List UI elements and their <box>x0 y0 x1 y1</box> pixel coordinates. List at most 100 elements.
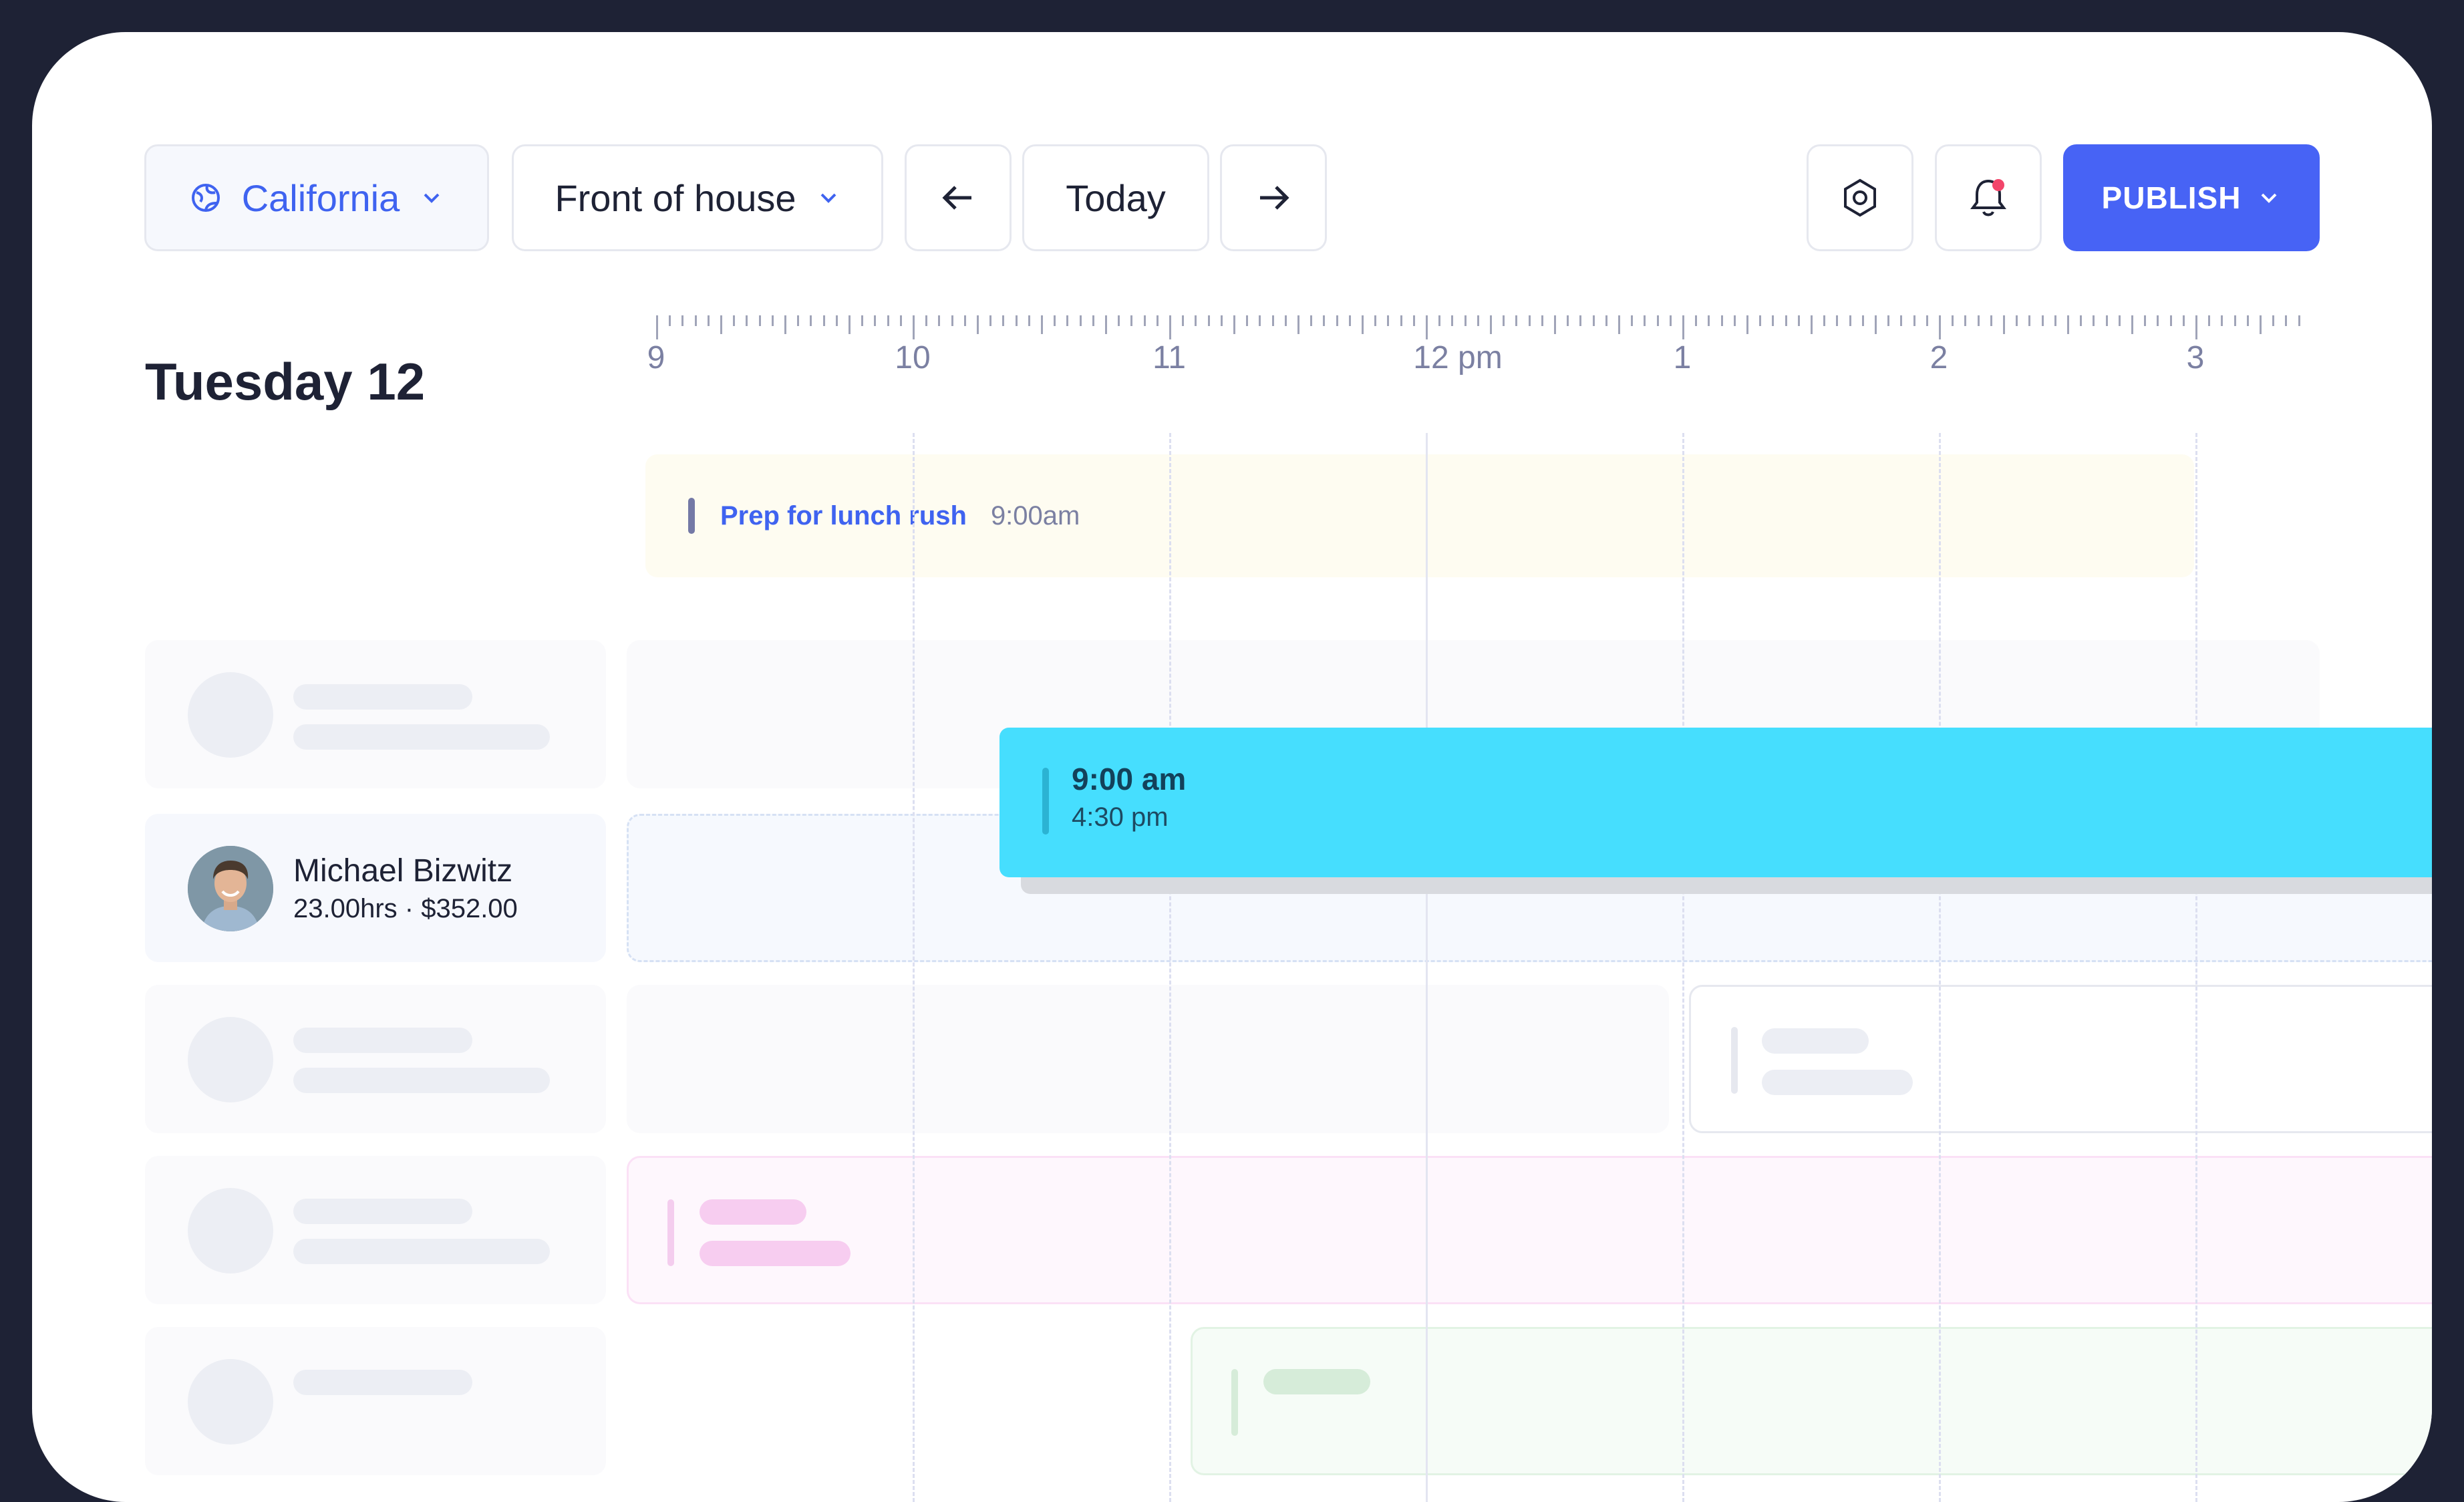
ruler-tick <box>669 315 671 326</box>
text-placeholder <box>700 1241 851 1266</box>
task-time: 9:00am <box>990 500 1080 531</box>
task-block[interactable]: Prep for lunch rush 9:00am <box>645 454 2194 577</box>
ruler-tick <box>1246 315 1249 326</box>
ruler-tick <box>2093 315 2095 326</box>
ruler-tick <box>2131 315 2133 334</box>
ruler-tick <box>1952 315 1954 326</box>
shift-end-time: 4:30 pm <box>1072 802 1169 832</box>
ruler-tick <box>1900 315 1903 326</box>
ruler-tick <box>1271 315 1274 326</box>
ruler-tick <box>1772 315 1775 326</box>
ruler-tick <box>1913 315 1915 326</box>
ruler-tick <box>1195 315 1197 326</box>
ruler-tick <box>1836 315 1839 326</box>
ruler-tick <box>810 315 812 326</box>
ruler-tick <box>1105 315 1107 334</box>
ruler-tick <box>2246 315 2249 326</box>
avatar-placeholder <box>188 672 273 758</box>
ruler-tick <box>2080 315 2083 326</box>
ruler-tick <box>758 315 761 326</box>
ruler-tick <box>2272 315 2275 326</box>
ruler-tick <box>2028 315 2031 326</box>
ruler-tick <box>951 315 953 326</box>
shift-marker <box>1731 1027 1738 1094</box>
ruler-tick <box>887 315 889 326</box>
ruler-tick <box>2221 315 2223 326</box>
ruler-tick <box>1515 315 1518 326</box>
text-placeholder <box>293 1239 550 1264</box>
ruler-tick <box>2016 315 2018 326</box>
ruler-tick <box>1579 315 1582 326</box>
hour-gridline <box>1169 433 1171 1502</box>
shift-start-time: 9:00 am <box>1072 762 1187 796</box>
employee-row-placeholder <box>145 1327 606 1475</box>
ruler-tick <box>1438 315 1441 326</box>
hour-label: 10 <box>895 340 931 376</box>
ruler-tick <box>2157 315 2159 326</box>
ruler-tick <box>1797 315 1800 326</box>
ruler-tick <box>720 315 722 334</box>
ruler-tick <box>1503 315 1505 326</box>
hour-label: 11 <box>1152 340 1186 376</box>
ruler-tick <box>1990 315 1992 326</box>
ruler-tick <box>1695 315 1698 326</box>
ruler-tick <box>1015 315 1018 326</box>
ruler-tick <box>1400 315 1402 326</box>
ruler-tick <box>694 315 697 326</box>
text-placeholder <box>293 1068 550 1093</box>
shift-marker <box>667 1199 674 1266</box>
shift-block-placeholder[interactable] <box>627 1156 2432 1304</box>
shift-block-placeholder[interactable] <box>1689 985 2432 1133</box>
hour-label: 2 <box>1930 340 1948 376</box>
ruler-tick <box>1002 315 1005 326</box>
ruler-tick <box>2234 315 2236 326</box>
shift-block[interactable]: 9:00 am 4:30 pm <box>999 728 2432 877</box>
ruler-tick <box>2182 315 2185 326</box>
ruler-tick <box>1451 315 1454 326</box>
shift-marker <box>1231 1369 1238 1436</box>
ruler-tick <box>2285 315 2288 326</box>
ruler-tick <box>1875 315 1877 334</box>
ruler-tick <box>1964 315 1967 326</box>
ruler-tick <box>874 315 877 326</box>
ruler-tick <box>1708 315 1710 326</box>
ruler-tick <box>1220 315 1223 326</box>
ruler-tick <box>938 315 941 326</box>
ruler-tick <box>2003 315 2005 334</box>
ruler-tick <box>1926 315 1928 326</box>
avatar-placeholder <box>188 1017 273 1102</box>
text-placeholder <box>293 1028 472 1053</box>
employee-row-placeholder <box>145 640 606 788</box>
ruler-tick <box>707 315 710 326</box>
ruler-tick <box>733 315 736 326</box>
hour-label: 9 <box>647 340 665 376</box>
ruler-tick <box>1054 315 1056 326</box>
ruler-tick <box>1759 315 1762 326</box>
hour-label: 1 <box>1673 340 1692 376</box>
ruler-tick <box>1861 315 1864 326</box>
employee-row[interactable]: Michael Bizwitz 23.00hrs · $352.00 <box>145 814 606 962</box>
ruler-tick <box>913 315 915 339</box>
ruler-tick <box>2195 315 2197 339</box>
ruler-tick <box>1811 315 1813 334</box>
ruler-tick <box>1887 315 1890 326</box>
ruler-tick <box>2260 315 2262 334</box>
ruler-tick <box>1233 315 1235 334</box>
employee-row-placeholder <box>145 985 606 1133</box>
ruler-tick <box>1720 315 1723 326</box>
hour-gridline <box>1939 433 1941 1502</box>
time-ruler: 9 10 11 12 pm 1 2 3 <box>32 32 2432 446</box>
shift-block-placeholder[interactable] <box>1191 1327 2432 1475</box>
ruler-tick <box>1066 315 1069 326</box>
avatar-placeholder <box>188 1359 273 1445</box>
ruler-tick <box>1823 315 1826 326</box>
shift-marker <box>1042 768 1049 835</box>
employee-hours-cost: 23.00hrs · $352.00 <box>293 894 518 923</box>
ruler-tick <box>2208 315 2211 326</box>
ruler-tick <box>1541 315 1543 326</box>
text-placeholder <box>293 1370 472 1395</box>
app-screen: California Front of house Today PUBLISH … <box>32 32 2432 1502</box>
ruler-tick <box>1323 315 1326 326</box>
shift-lane <box>627 985 1669 1133</box>
ruler-tick <box>2054 315 2056 326</box>
